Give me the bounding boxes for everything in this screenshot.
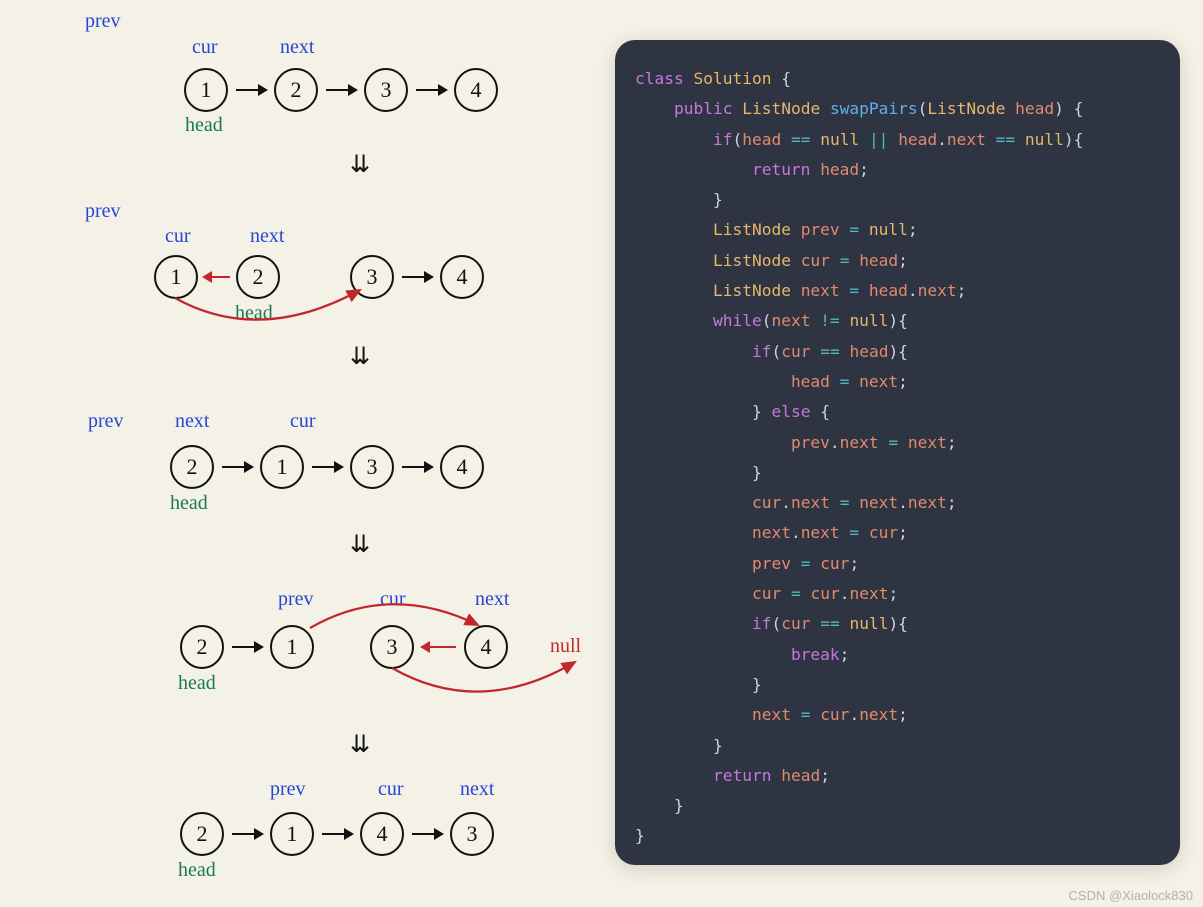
label-cur: cur [192,36,218,59]
label-head: head [185,114,223,137]
arrow-right-icon [308,457,346,477]
node: 1 [260,445,304,489]
node: 2 [180,625,224,669]
arrow-left-icon [200,267,234,287]
node: 3 [350,445,394,489]
label-prev: prev [85,10,121,33]
watermark: CSDN @Xiaolock830 [1069,888,1193,903]
code-block: class Solution { public ListNode swapPai… [635,64,1160,852]
arrow-right-icon [232,80,270,100]
arrow-right-icon [398,457,436,477]
code-panel: class Solution { public ListNode swapPai… [615,40,1180,865]
node: 4 [440,445,484,489]
label-cur: cur [380,588,406,611]
label-head: head [170,492,208,515]
node: 4 [454,68,498,112]
down-arrow-icon: ⇊ [350,730,370,759]
label-next: next [175,410,209,433]
arrow-right-icon [398,267,436,287]
curve-arrow-icon [370,660,600,720]
label-null: null [550,635,581,658]
arrow-right-icon [228,637,266,657]
node: 2 [236,255,280,299]
node: 2 [274,68,318,112]
label-next: next [250,225,284,248]
label-next: next [280,36,314,59]
label-cur: cur [165,225,191,248]
node: 4 [464,625,508,669]
diagram-area: prev cur next 1 2 3 4 head ⇊ prev cur ne… [0,0,615,907]
arrow-left-icon [418,637,460,657]
down-arrow-icon: ⇊ [350,342,370,371]
node: 3 [350,255,394,299]
node: 3 [364,68,408,112]
node: 2 [180,812,224,856]
label-prev: prev [270,778,306,801]
arrow-right-icon [318,824,356,844]
node: 3 [370,625,414,669]
label-cur: cur [378,778,404,801]
label-cur: cur [290,410,316,433]
node: 1 [154,255,198,299]
arrow-right-icon [408,824,446,844]
node: 3 [450,812,494,856]
node: 1 [184,68,228,112]
label-next: next [460,778,494,801]
label-head: head [235,302,273,325]
label-head: head [178,859,216,882]
label-head: head [178,672,216,695]
down-arrow-icon: ⇊ [350,150,370,179]
arrow-right-icon [412,80,450,100]
node: 2 [170,445,214,489]
arrow-right-icon [228,824,266,844]
node: 4 [360,812,404,856]
label-prev: prev [88,410,124,433]
arrow-right-icon [322,80,360,100]
label-prev: prev [85,200,121,223]
arrow-right-icon [218,457,256,477]
label-prev: prev [278,588,314,611]
down-arrow-icon: ⇊ [350,530,370,559]
node: 4 [440,255,484,299]
node: 1 [270,625,314,669]
label-next: next [475,588,509,611]
node: 1 [270,812,314,856]
